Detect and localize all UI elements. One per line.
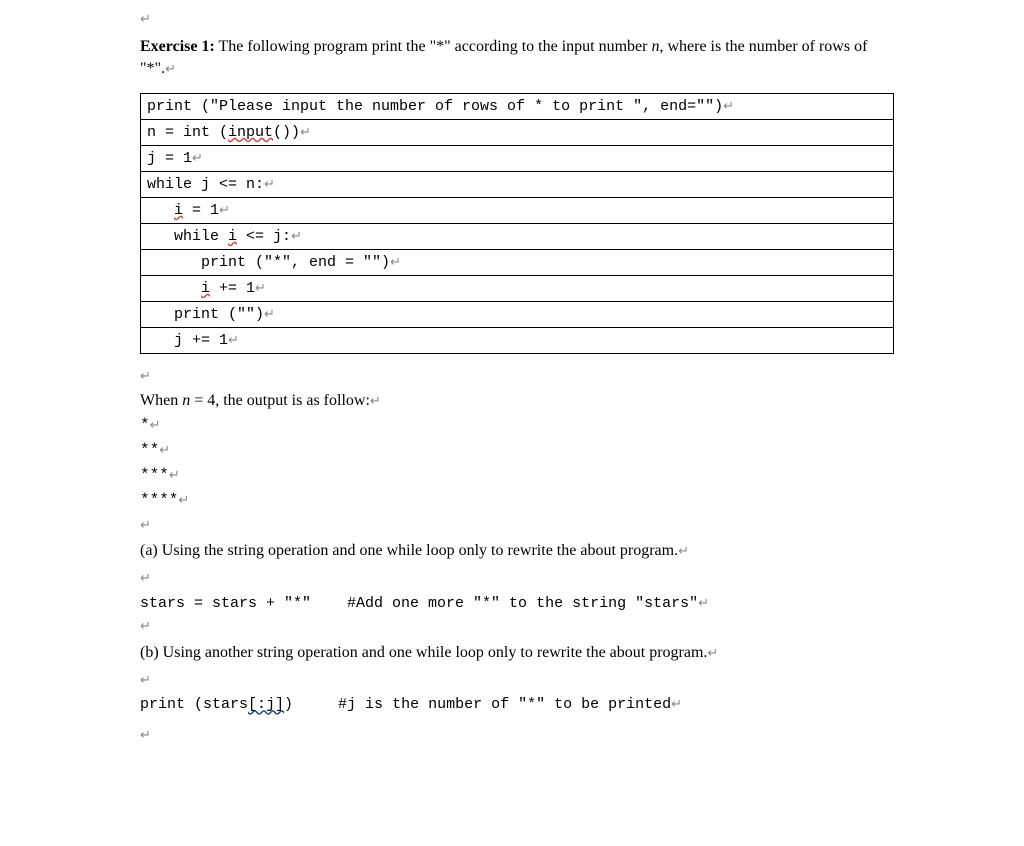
output-block: ↵ When n = 4, the output is as follow:↵ … [140,364,894,538]
blank-line: ↵ [140,364,894,389]
document-page: ↵ Exercise 1: The following program prin… [0,0,1024,846]
code-text: = 1 [183,202,219,219]
code-text: stars = stars + "*" #Add one more "*" to… [140,595,698,612]
blank-line: ↵ [140,668,894,693]
paragraph-mark: ↵ [390,254,401,269]
code-line: j += 1↵ [141,328,893,353]
code-text: print ("*", end = "") [147,254,390,271]
code-text: print ("") [147,306,264,323]
exercise-label: Exercise 1: [140,38,215,55]
code-line: i = 1↵ [141,198,893,224]
stars: ** [140,441,159,459]
spellcheck-word: i [228,228,237,245]
stars: *** [140,466,169,484]
stars: **** [140,491,178,509]
blank-line: ↵ [140,723,894,748]
output-row: ***↵ [140,463,894,488]
part-b-hint: print (stars[:j]) #j is the number of "*… [140,696,894,713]
code-text [147,280,201,297]
blank-line: ↵ [140,513,894,538]
code-line: j = 1↵ [141,146,893,172]
part-b-text: (b) Using another string operation and o… [140,641,894,666]
paragraph-mark: ↵ [707,645,718,660]
paragraph-mark: ↵ [219,202,230,217]
paragraph-mark: ↵ [140,672,151,687]
paragraph-mark: ↵ [671,696,682,711]
output-row: ****↵ [140,488,894,513]
paragraph-mark: ↵ [192,150,203,165]
output-intro: When n = 4, the output is as follow:↵ [140,389,894,414]
spellcheck-word: i [174,202,183,219]
spellcheck-word: i [201,280,210,297]
code-text: <= j: [237,228,291,245]
code-text [147,202,174,219]
code-line: i += 1↵ [141,276,893,302]
paragraph-mark: ↵ [264,306,275,321]
paragraph-mark: ↵ [150,417,161,432]
code-text: print ("Please input the number of rows … [147,98,723,115]
code-text: += 1 [210,280,255,297]
code-text: while [147,228,228,245]
paragraph-mark: ↵ [300,124,311,139]
paragraph-mark: ↵ [370,393,381,408]
exercise-heading: Exercise 1: The following program print … [140,36,894,81]
paragraph-mark: ↵ [678,543,689,558]
paragraph-mark: ↵ [264,176,275,191]
blank-line: ↵ [140,614,894,639]
code-line: while j <= n:↵ [141,172,893,198]
paragraph-mark: ↵ [698,595,709,610]
paragraph-mark: ↵ [255,280,266,295]
stars: * [140,416,150,434]
paragraph-mark: ↵ [140,10,894,28]
text: (a) Using the string operation and one w… [140,542,678,559]
paragraph-mark: ↵ [140,570,151,585]
paragraph-mark: ↵ [140,517,151,532]
code-block: print ("Please input the number of rows … [140,93,894,354]
code-text: n = int ( [147,124,228,141]
paragraph-mark: ↵ [291,228,302,243]
var-n: n [182,392,190,409]
code-line: while i <= j:↵ [141,224,893,250]
text: When [140,392,182,409]
code-text: while j <= n: [147,176,264,193]
paragraph-mark: ↵ [178,492,189,507]
code-line: print ("Please input the number of rows … [141,94,893,120]
spellcheck-word: input [228,124,273,141]
paragraph-mark: ↵ [723,98,734,113]
output-row: **↵ [140,438,894,463]
code-text: j += 1 [147,332,228,349]
code-text: ()) [273,124,300,141]
part-a-hint: stars = stars + "*" #Add one more "*" to… [140,595,894,612]
paragraph-mark: ↵ [169,467,180,482]
paragraph-mark: ↵ [140,618,151,633]
paragraph-mark: ↵ [165,61,176,76]
paragraph-mark: ↵ [228,332,239,347]
part-a-text: (a) Using the string operation and one w… [140,539,894,564]
code-line: print ("*", end = "")↵ [141,250,893,276]
code-text: print (stars [140,696,248,713]
code-text: ) #j is the number of "*" to be printed [284,696,671,713]
text: (b) Using another string operation and o… [140,644,707,661]
blank-line: ↵ [140,566,894,591]
output-row: *↵ [140,413,894,438]
text: = 4, the output is as follow: [190,392,370,409]
code-line: n = int (input())↵ [141,120,893,146]
paragraph-mark: ↵ [140,368,151,383]
exercise-text-1: The following program print the "*" acco… [215,38,652,55]
paragraph-mark: ↵ [140,727,151,742]
code-line: print ("")↵ [141,302,893,328]
paragraph-mark: ↵ [159,442,170,457]
code-text: j = 1 [147,150,192,167]
grammar-word: [:j] [248,696,284,713]
